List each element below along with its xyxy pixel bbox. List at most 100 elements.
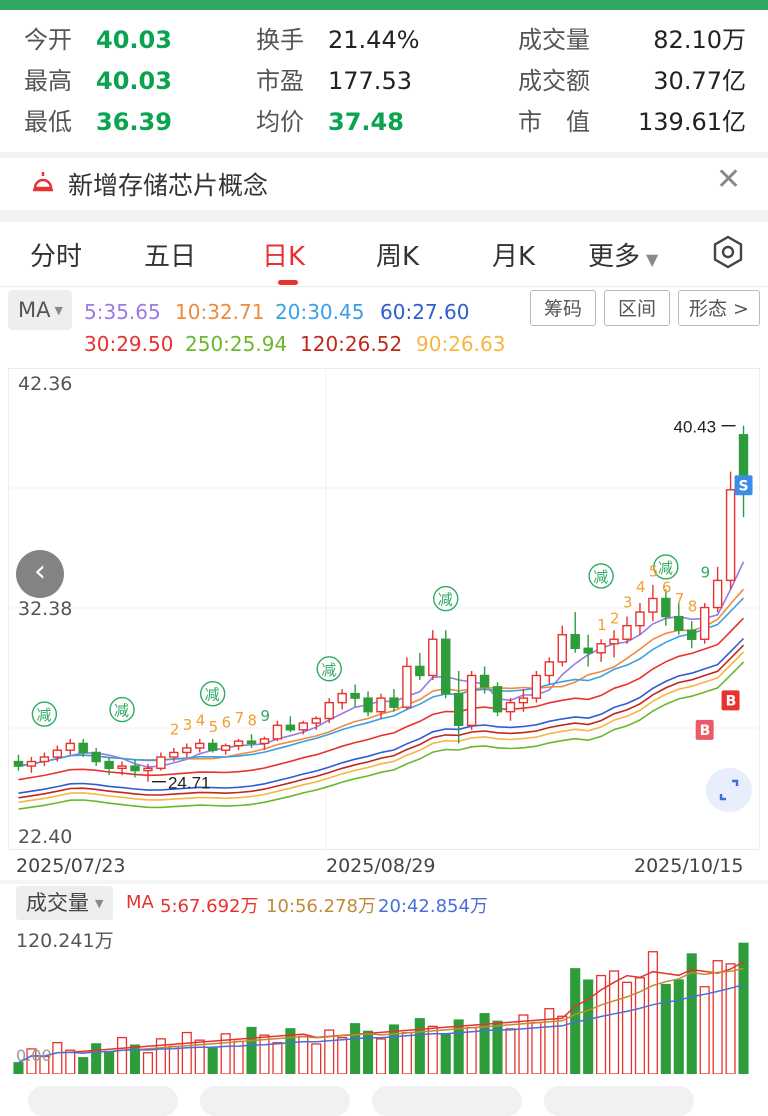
candlestick-chart[interactable]: 40.4324.71减 减减减减减减2 3 4 5 6 7 8 91 234567 89BBS xyxy=(8,368,760,850)
volume-bar xyxy=(725,963,736,1074)
volume-bar xyxy=(52,1041,63,1074)
volume-axis-zero: 0.00 xyxy=(16,1046,52,1065)
candle-body xyxy=(635,611,645,627)
ma10-value: 10:32.71 xyxy=(175,300,265,324)
volume-bar xyxy=(350,1023,361,1074)
ma250-value: 250:25.94 xyxy=(185,332,288,356)
tab-five-day[interactable]: 五日 xyxy=(144,236,196,273)
tab-weekly-k[interactable]: 周K xyxy=(376,236,419,273)
quote-panel: 今开 40.03 换手 21.44% 成交量 82.10万 最高 40.03 市… xyxy=(0,10,768,152)
tab-monthly-k[interactable]: 月K xyxy=(492,236,535,273)
close-icon[interactable]: ✕ xyxy=(716,162,741,197)
settings-icon[interactable] xyxy=(710,234,746,270)
candle-body xyxy=(428,638,438,677)
candle-body xyxy=(699,606,710,640)
volume-bar xyxy=(337,1037,348,1074)
open-value: 40.03 xyxy=(96,26,172,54)
candle-body xyxy=(376,697,386,713)
chips-button[interactable]: 筹码 xyxy=(530,290,596,326)
sequence-number: 8 xyxy=(248,711,258,729)
expand-icon xyxy=(719,779,739,801)
shortcut-pill[interactable] xyxy=(28,1086,178,1116)
sequence-number: 9 xyxy=(260,707,270,725)
volume-bar xyxy=(440,1033,451,1074)
concept-label: 新增存储芯片概念 xyxy=(68,171,269,200)
low-value: 36.39 xyxy=(96,108,172,136)
candle-body xyxy=(363,697,373,713)
sequence-number: 3 xyxy=(183,716,193,734)
amount-value: 30.77亿 xyxy=(653,67,746,95)
candle-body xyxy=(687,629,697,640)
candle-body xyxy=(26,760,37,767)
candle-body xyxy=(583,647,593,654)
volume-bar xyxy=(414,1018,425,1074)
volume-bar xyxy=(531,1021,542,1074)
volume-bar xyxy=(505,1028,516,1074)
candle-body xyxy=(596,643,606,654)
candle-body xyxy=(13,760,24,767)
ma30-value: 30:29.50 xyxy=(84,332,174,356)
candle-body xyxy=(518,697,529,704)
reduce-marker-label: 减 xyxy=(658,559,673,577)
volume-bar xyxy=(583,979,594,1074)
shortcut-pill[interactable] xyxy=(544,1086,694,1116)
candle-body xyxy=(492,686,503,713)
candle-body xyxy=(39,756,50,763)
volume-selector[interactable]: 成交量 ▼ xyxy=(16,886,114,920)
volume-bar xyxy=(712,960,723,1074)
date-mid: 2025/08/29 xyxy=(326,855,436,877)
ma-legend: MA ▼ 5:35.65 10:32.71 20:30.45 60:27.60 3… xyxy=(0,286,768,360)
volume-bar xyxy=(65,1049,76,1074)
prev-arrow-button[interactable]: ‹ xyxy=(16,550,64,598)
range-button[interactable]: 区间 xyxy=(604,290,670,326)
candle-body xyxy=(104,760,114,770)
candle-body xyxy=(52,749,63,758)
volume-bar xyxy=(673,979,684,1074)
volume-bar xyxy=(609,970,620,1074)
volume-bar xyxy=(207,1047,218,1074)
price-axis-mid: 32.38 xyxy=(18,598,73,620)
tab-intraday[interactable]: 分时 xyxy=(30,236,82,273)
tab-more[interactable]: 更多 ▼ xyxy=(588,236,658,273)
shortcut-pill[interactable] xyxy=(372,1086,522,1116)
candle-body xyxy=(91,751,101,763)
ma90-value: 90:26.63 xyxy=(416,332,506,356)
price-axis-bottom: 22.40 xyxy=(18,826,73,848)
volume-bar xyxy=(311,1043,322,1074)
candle-body xyxy=(570,634,580,650)
high-value: 40.03 xyxy=(96,67,172,95)
concept-banner[interactable]: 新增存储芯片概念 ✕ xyxy=(0,158,768,208)
volume-bar xyxy=(647,951,658,1074)
ma20-line xyxy=(18,597,745,767)
amount-label: 成交额 xyxy=(518,67,590,95)
volume-ma20: 20:42.854万 xyxy=(378,896,488,917)
chart-frame xyxy=(8,368,760,850)
volume-bar xyxy=(155,1038,166,1074)
reduce-marker-label: 减 xyxy=(438,591,453,609)
pattern-button[interactable]: 形态 > xyxy=(678,290,760,326)
ma10-line xyxy=(18,588,745,767)
volume-chart[interactable] xyxy=(8,924,760,1074)
candle-body xyxy=(415,665,425,677)
bottom-shortcut-bar xyxy=(0,1082,768,1116)
volume-bar xyxy=(142,1052,153,1074)
market-cap-value: 139.61亿 xyxy=(638,108,746,136)
sequence-number: 4 xyxy=(196,711,206,729)
candle-body xyxy=(453,692,464,727)
candle-body xyxy=(195,742,205,749)
shortcut-pill[interactable] xyxy=(200,1086,350,1116)
avg-price-label: 均价 xyxy=(256,108,304,136)
volume-ma-prefix: MA xyxy=(126,892,154,913)
high-price-label: 40.43 xyxy=(674,418,717,437)
sequence-number: 6 xyxy=(222,714,232,732)
volume-bar xyxy=(479,1013,490,1074)
candle-body xyxy=(156,756,166,770)
sequence-number: 5 xyxy=(649,562,659,580)
candle-body xyxy=(622,624,632,640)
sell-tag-label: S xyxy=(739,478,749,494)
candle-body xyxy=(311,717,321,724)
tab-daily-k[interactable]: 日K xyxy=(262,236,305,273)
price-axis-top: 42.36 xyxy=(18,373,73,395)
fullscreen-button[interactable] xyxy=(706,768,752,812)
ma-selector[interactable]: MA ▼ xyxy=(8,290,72,330)
